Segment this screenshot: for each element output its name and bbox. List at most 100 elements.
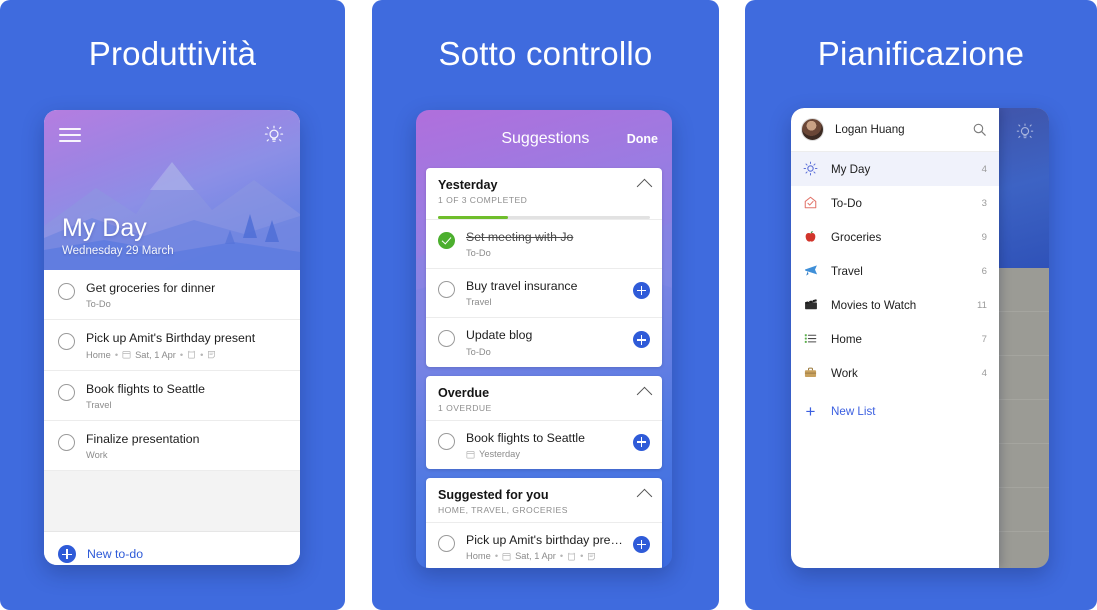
task-due-date: Yesterday	[479, 449, 521, 460]
task-title: Set meeting with Jo	[466, 229, 574, 244]
navigation-drawer: Logan Huang My Day 4 To-Do 3 Groceries 9…	[791, 108, 999, 568]
task-list-name: To-Do	[466, 247, 491, 258]
plus-icon: +	[805, 401, 816, 421]
group-subtitle: HOME, TRAVEL, GROCERIES	[438, 505, 568, 516]
meta-separator: •	[179, 349, 184, 360]
reminder-icon	[188, 350, 196, 359]
calendar-icon	[466, 450, 475, 459]
task-meta: Travel	[466, 297, 627, 307]
sidebar-item-home[interactable]: Home 7	[791, 322, 999, 356]
hamburger-icon[interactable]	[59, 124, 81, 146]
group-header[interactable]: Yesterday 1 OF 3 COMPLETED	[426, 168, 662, 212]
add-task-button[interactable]	[633, 433, 650, 451]
task-due-date: Sat, 1 Apr	[135, 349, 176, 360]
sidebar-item-work[interactable]: Work 4	[791, 356, 999, 390]
sidebar-item-groceries[interactable]: Groceries 9	[791, 220, 999, 254]
calendar-icon	[122, 351, 131, 359]
task-meta: Travel	[86, 400, 286, 410]
task-meta: Home • Sat, 1 Apr • •	[86, 350, 286, 360]
task-meta: To-Do	[466, 248, 644, 258]
task-checkbox[interactable]	[438, 330, 455, 348]
phone-drawer: Logan Huang My Day 4 To-Do 3 Groceries 9…	[791, 108, 1049, 568]
task-row[interactable]: Get groceries for dinner To-Do	[44, 270, 300, 321]
myday-date: Wednesday 29 March	[62, 245, 174, 257]
meta-separator: •	[580, 551, 584, 562]
sidebar-item-to-do[interactable]: To-Do 3	[791, 186, 999, 220]
task-title: Book flights to Seattle	[466, 430, 585, 445]
note-icon	[588, 552, 596, 561]
task-title: Update blog	[466, 328, 533, 343]
add-task-button[interactable]	[633, 536, 650, 554]
task-row[interactable]: Book flights to Seattle Travel	[44, 371, 300, 422]
new-list-label: New List	[831, 404, 876, 418]
lightbulb-icon[interactable]	[263, 124, 285, 146]
group-header[interactable]: Suggested for you HOME, TRAVEL, GROCERIE…	[426, 478, 662, 522]
sidebar-item-count: 6	[981, 265, 987, 277]
task-title: Finalize presentation	[86, 432, 200, 447]
group-subtitle: 1 OF 3 COMPLETED	[438, 195, 528, 205]
task-title: Buy travel insurance	[466, 278, 578, 293]
add-task-button[interactable]	[633, 331, 650, 349]
task-meta: Work	[86, 450, 286, 460]
task-checkbox[interactable]	[58, 283, 75, 300]
sidebar-item-travel[interactable]: Travel 6	[791, 254, 999, 288]
meta-separator: •	[494, 551, 499, 562]
home-check-icon	[802, 195, 819, 212]
task-checkbox[interactable]	[58, 434, 75, 452]
task-checkbox[interactable]	[438, 432, 455, 450]
user-name: Logan Huang	[835, 123, 905, 136]
myday-hero: My Day Wednesday 29 March	[44, 110, 300, 270]
suggestion-group-yesterday: Yesterday 1 OF 3 COMPLETED Set meeting w…	[426, 168, 662, 367]
task-checkbox-checked[interactable]	[438, 231, 455, 249]
chevron-up-icon[interactable]	[636, 488, 653, 505]
sun-icon	[802, 161, 819, 178]
sidebar-item-label: My Day	[831, 162, 871, 176]
task-meta: To-Do	[466, 347, 627, 357]
task-title: Book flights to Seattle	[86, 381, 205, 396]
new-list-button[interactable]: + New List	[791, 394, 999, 428]
suggestion-row[interactable]: Pick up Amit's birthday present Home • S…	[426, 522, 662, 568]
meta-separator: •	[200, 349, 204, 360]
search-icon[interactable]	[972, 122, 987, 137]
task-checkbox[interactable]	[438, 535, 455, 553]
chevron-up-icon[interactable]	[636, 386, 653, 402]
new-todo-button[interactable]: New to-do	[44, 531, 300, 565]
sidebar-item-label: Home	[831, 332, 862, 346]
screenshot-stage: Produttività My Day Wednesday 29 March G…	[0, 0, 1097, 610]
group-title: Suggested for you	[438, 488, 549, 503]
meta-separator: •	[114, 349, 119, 360]
panel-planning: Pianificazione Logan Huang My Day 4 To-D…	[745, 0, 1097, 610]
task-checkbox[interactable]	[438, 280, 455, 298]
myday-hero-toolbar	[44, 110, 300, 160]
task-checkbox[interactable]	[58, 383, 75, 401]
task-row[interactable]: Pick up Amit's Birthday present Home • S…	[44, 320, 300, 371]
suggestion-row[interactable]: Book flights to Seattle Yesterday	[426, 419, 662, 469]
task-list-name: To-Do	[86, 299, 111, 310]
plus-icon	[58, 545, 76, 564]
suggestion-row[interactable]: Update blog To-Do	[426, 317, 662, 366]
task-list-name: Travel	[86, 400, 112, 411]
list-empty-space	[44, 471, 300, 532]
add-task-button[interactable]	[633, 281, 650, 299]
done-button[interactable]: Done	[627, 132, 658, 146]
group-title: Yesterday	[438, 178, 498, 192]
group-header[interactable]: Overdue 1 OVERDUE	[426, 376, 662, 420]
task-row[interactable]: Finalize presentation Work	[44, 421, 300, 472]
suggestion-row[interactable]: Set meeting with Jo To-Do	[426, 218, 662, 268]
avatar[interactable]	[801, 118, 824, 141]
new-todo-label: New to-do	[87, 547, 144, 562]
phone-suggestions: Suggestions Done Yesterday 1 OF 3 COMPLE…	[416, 110, 672, 568]
sidebar-item-label: Movies to Watch	[831, 298, 917, 312]
panel-title-1: Produttività	[88, 35, 257, 72]
drawer-account-header[interactable]: Logan Huang	[791, 108, 999, 152]
task-checkbox[interactable]	[58, 333, 75, 351]
suggestion-row[interactable]: Buy travel insurance Travel	[426, 267, 662, 317]
note-icon	[208, 351, 216, 359]
phone-myday: My Day Wednesday 29 March Get groceries …	[44, 110, 300, 565]
suggestion-group-overdue: Overdue 1 OVERDUE Book flights to Seattl…	[426, 375, 662, 470]
suggestions-scroll[interactable]: Yesterday 1 OF 3 COMPLETED Set meeting w…	[416, 168, 672, 568]
sidebar-item-my-day[interactable]: My Day 4	[791, 152, 999, 186]
sidebar-item-movies-to-watch[interactable]: Movies to Watch 11	[791, 288, 999, 322]
task-list-name: To-Do	[466, 346, 491, 357]
chevron-up-icon[interactable]	[636, 178, 653, 195]
